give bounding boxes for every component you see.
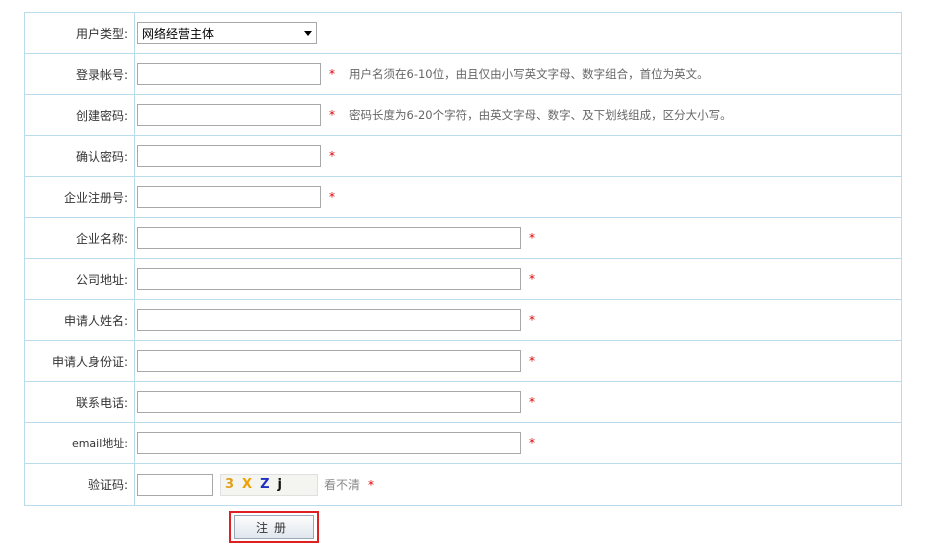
captcha-char: Z bbox=[260, 477, 270, 492]
phone-label: 联系电话: bbox=[25, 382, 135, 422]
row-phone: 联系电话: * bbox=[25, 382, 901, 423]
user-type-value: 网络经营主体 bbox=[142, 26, 215, 41]
applicant-id-input[interactable] bbox=[137, 350, 521, 372]
phone-input[interactable] bbox=[137, 391, 521, 413]
account-input[interactable] bbox=[137, 63, 321, 85]
company-reg-no-label: 企业注册号: bbox=[25, 177, 135, 217]
email-input[interactable] bbox=[137, 432, 521, 454]
company-reg-no-input[interactable] bbox=[137, 186, 321, 208]
applicant-name-label: 申请人姓名: bbox=[25, 300, 135, 340]
required-mark: * bbox=[329, 108, 335, 122]
company-address-label: 公司地址: bbox=[25, 259, 135, 299]
confirm-password-input[interactable] bbox=[137, 145, 321, 167]
user-type-label: 用户类型: bbox=[25, 13, 135, 53]
required-mark: * bbox=[529, 354, 535, 368]
captcha-input[interactable] bbox=[137, 473, 213, 496]
company-name-label: 企业名称: bbox=[25, 218, 135, 258]
email-label: email地址: bbox=[25, 423, 135, 463]
password-input[interactable] bbox=[137, 104, 321, 126]
submit-highlight: 注册 bbox=[229, 511, 319, 543]
captcha-refresh-link[interactable]: 看不清 bbox=[324, 476, 360, 493]
captcha-char: 3 bbox=[225, 477, 235, 492]
row-company-name: 企业名称: * bbox=[25, 218, 901, 259]
required-mark: * bbox=[329, 67, 335, 81]
applicant-name-input[interactable] bbox=[137, 309, 521, 331]
captcha-label: 验证码: bbox=[25, 464, 135, 505]
row-account: 登录帐号: * 用户名须在6-10位，由且仅由小写英文字母、数字组合，首位为英文… bbox=[25, 54, 901, 95]
account-hint: 用户名须在6-10位，由且仅由小写英文字母、数字组合，首位为英文。 bbox=[349, 67, 709, 81]
row-company-address: 公司地址: * bbox=[25, 259, 901, 300]
required-mark: * bbox=[529, 313, 535, 327]
password-hint: 密码长度为6-20个字符，由英文字母、数字、及下划线组成，区分大小写。 bbox=[349, 108, 732, 122]
applicant-id-label: 申请人身份证: bbox=[25, 341, 135, 381]
company-name-input[interactable] bbox=[137, 227, 521, 249]
captcha-char: X bbox=[242, 477, 253, 492]
account-label: 登录帐号: bbox=[25, 54, 135, 94]
required-mark: * bbox=[529, 272, 535, 286]
user-type-select[interactable]: 网络经营主体 bbox=[137, 22, 317, 44]
register-button[interactable]: 注册 bbox=[234, 515, 314, 539]
required-mark: * bbox=[329, 190, 335, 204]
company-address-input[interactable] bbox=[137, 268, 521, 290]
row-confirm-password: 确认密码: * bbox=[25, 136, 901, 177]
required-mark: * bbox=[529, 395, 535, 409]
password-label: 创建密码: bbox=[25, 95, 135, 135]
row-email: email地址: * bbox=[25, 423, 901, 464]
row-captcha: 验证码: 3 X Z j 看不清 * bbox=[25, 464, 901, 505]
confirm-password-label: 确认密码: bbox=[25, 136, 135, 176]
captcha-image[interactable]: 3 X Z j bbox=[220, 473, 318, 496]
row-user-type: 用户类型: 网络经营主体 bbox=[25, 13, 901, 54]
required-mark: * bbox=[529, 231, 535, 245]
required-mark: * bbox=[368, 477, 375, 492]
row-applicant-name: 申请人姓名: * bbox=[25, 300, 901, 341]
required-mark: * bbox=[329, 149, 335, 163]
registration-form: 用户类型: 网络经营主体 登录帐号: * 用户名须在6-10位，由且仅由小写英文… bbox=[24, 12, 902, 506]
row-company-reg-no: 企业注册号: * bbox=[25, 177, 901, 218]
required-mark: * bbox=[529, 436, 535, 450]
row-password: 创建密码: * 密码长度为6-20个字符，由英文字母、数字、及下划线组成，区分大… bbox=[25, 95, 901, 136]
row-applicant-id: 申请人身份证: * bbox=[25, 341, 901, 382]
captcha-char: j bbox=[277, 477, 282, 492]
chevron-down-icon bbox=[304, 30, 312, 36]
